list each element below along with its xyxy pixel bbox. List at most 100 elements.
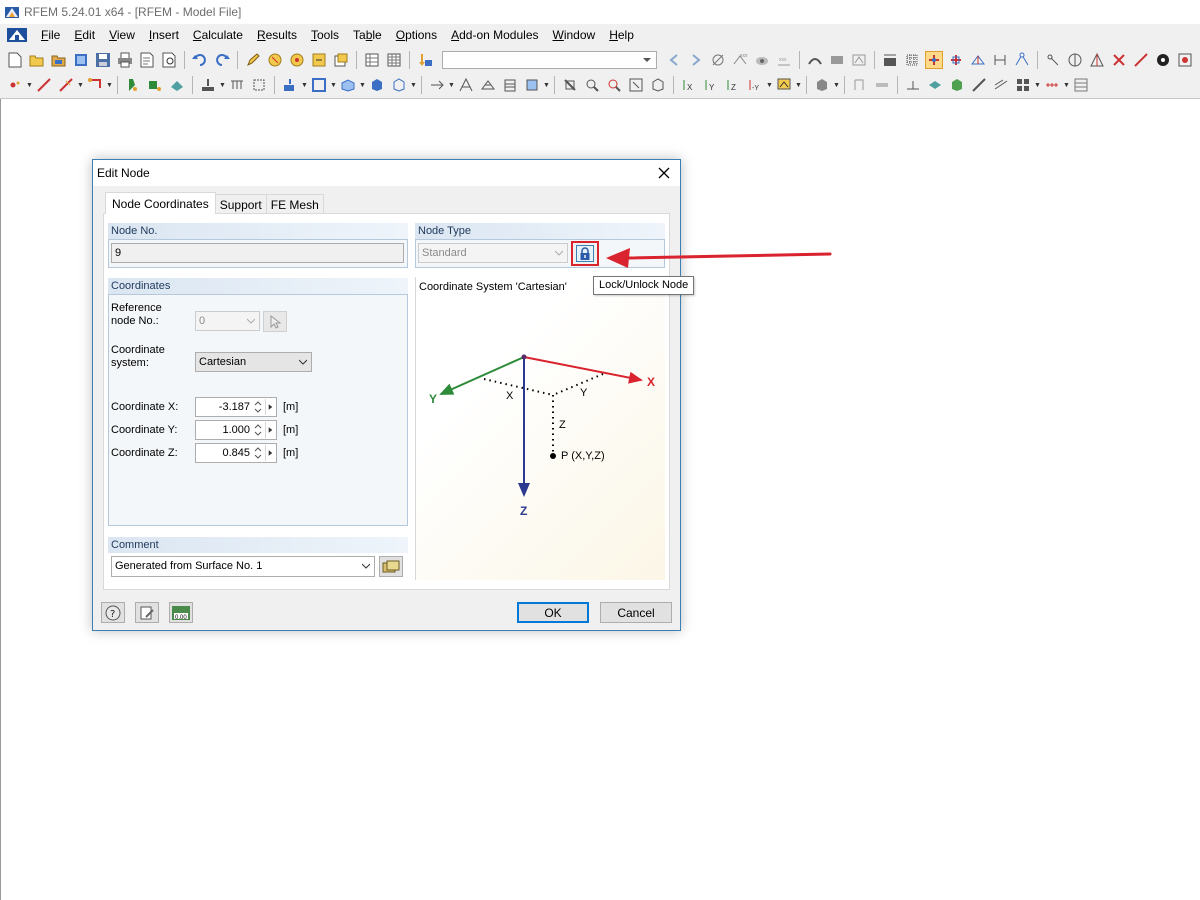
view-all-icon[interactable] (627, 76, 645, 94)
comment-library-button[interactable] (379, 556, 403, 577)
truss-icon[interactable] (479, 76, 497, 94)
coord-y-input[interactable]: 1.000 (195, 420, 277, 440)
table-view-icon[interactable] (1072, 76, 1090, 94)
redo-icon[interactable] (213, 51, 231, 69)
member-load-icon[interactable] (228, 76, 246, 94)
isometric-icon[interactable] (649, 76, 667, 94)
new-node-icon[interactable] (6, 76, 24, 94)
model-manager-icon[interactable] (72, 51, 90, 69)
menu-insert[interactable]: Insert (142, 28, 186, 42)
snap-grid-icon[interactable] (903, 51, 921, 69)
print-icon[interactable] (116, 51, 134, 69)
menu-view[interactable]: View (102, 28, 142, 42)
ok-button[interactable]: OK (517, 602, 589, 623)
menu-edit[interactable]: Edit (67, 28, 102, 42)
menu-add-on-modules[interactable]: Add-on Modules (444, 28, 545, 42)
load-combination-icon[interactable] (281, 76, 299, 94)
mdi-window-icon[interactable] (6, 27, 28, 43)
close-icon[interactable] (656, 165, 672, 181)
zoom-window-icon[interactable] (605, 76, 623, 94)
find-node-icon[interactable] (288, 51, 306, 69)
previous-icon[interactable] (665, 51, 683, 69)
zoom-icon[interactable] (583, 76, 601, 94)
section-view-icon[interactable] (873, 76, 891, 94)
tab-fe-mesh[interactable]: FE Mesh (265, 194, 324, 214)
show-results-icon[interactable] (753, 51, 771, 69)
reference-node-select[interactable]: 0 (195, 311, 260, 331)
view-x-icon[interactable]: X (680, 76, 698, 94)
grid-icon[interactable] (881, 51, 899, 69)
dropdown-arrow-icon[interactable]: ▼ (301, 76, 308, 94)
grid-view-icon[interactable] (1014, 76, 1032, 94)
solid-model-icon[interactable] (926, 76, 944, 94)
object-snap-icon[interactable] (947, 51, 965, 69)
coordinate-info-icon[interactable] (1044, 51, 1062, 69)
tab-node-coordinates[interactable]: Node Coordinates (105, 192, 216, 214)
lock-unlock-node-button[interactable] (571, 241, 599, 266)
wireframe-icon[interactable] (390, 76, 408, 94)
new-member-icon[interactable] (57, 76, 75, 94)
deformation-icon[interactable] (806, 51, 824, 69)
view-z-icon[interactable]: Z (724, 76, 742, 94)
dropdown-arrow-icon[interactable]: ▼ (448, 76, 455, 94)
member-view-icon[interactable] (851, 76, 869, 94)
surface-view-icon[interactable] (904, 76, 922, 94)
menu-window[interactable]: Window (546, 28, 603, 42)
guidelines-icon[interactable] (991, 51, 1009, 69)
measure-icon[interactable] (1066, 51, 1084, 69)
dropdown-arrow-icon[interactable]: ▼ (77, 76, 84, 94)
dropdown-arrow-icon[interactable]: ▼ (1034, 76, 1041, 94)
undo-icon[interactable] (191, 51, 209, 69)
view-y-icon[interactable]: Y (702, 76, 720, 94)
node-type-select[interactable]: Standard (418, 243, 568, 263)
model-3d-icon[interactable] (339, 76, 357, 94)
dropdown-arrow-icon[interactable]: ▼ (330, 76, 337, 94)
printout-report-icon[interactable] (138, 51, 156, 69)
frame-icon[interactable] (310, 76, 328, 94)
section-icon[interactable] (828, 51, 846, 69)
dropdown-arrow-icon[interactable]: ▼ (219, 76, 226, 94)
edit-info-button[interactable] (135, 602, 159, 623)
dropdown-arrow-icon[interactable]: ▼ (359, 76, 366, 94)
render-icon[interactable] (1176, 51, 1194, 69)
dropdown-arrow-icon[interactable]: ▼ (106, 76, 113, 94)
dropdown-arrow-icon[interactable]: ▼ (833, 76, 840, 94)
rib-icon[interactable] (992, 76, 1010, 94)
generate-icon[interactable] (523, 76, 541, 94)
comment-combo[interactable]: Generated from Surface No. 1 (111, 556, 375, 577)
new-solid-icon[interactable] (168, 76, 186, 94)
dropdown-arrow-icon[interactable]: ▼ (410, 76, 417, 94)
menu-calculate[interactable]: Calculate (186, 28, 250, 42)
ruler-icon[interactable] (1043, 76, 1061, 94)
view-minus-y-icon[interactable]: -Y (746, 76, 764, 94)
member-icon[interactable] (970, 76, 988, 94)
display-icon[interactable] (775, 76, 793, 94)
spinner-icon[interactable] (252, 445, 264, 461)
hide-icon[interactable] (561, 76, 579, 94)
table-icon[interactable] (363, 51, 381, 69)
new-opening-icon[interactable] (146, 76, 164, 94)
line-icon[interactable] (1132, 51, 1150, 69)
spinner-icon[interactable] (252, 399, 264, 415)
next-icon[interactable] (687, 51, 705, 69)
workplane-icon[interactable] (969, 51, 987, 69)
node-no-field[interactable]: 9 (111, 243, 404, 263)
transform-icon[interactable] (428, 76, 446, 94)
menu-file[interactable]: File (34, 28, 67, 42)
visibility-icon[interactable] (310, 51, 328, 69)
menu-options[interactable]: Options (389, 28, 444, 42)
select-icon[interactable] (266, 51, 284, 69)
tab-support[interactable]: Support (214, 194, 267, 214)
dropdown-arrow-icon[interactable]: ▼ (26, 76, 33, 94)
help-button[interactable]: ? (101, 602, 125, 623)
coord-x-input[interactable]: -3.187 (195, 397, 277, 417)
open-file-icon[interactable] (28, 51, 46, 69)
dimension-icon[interactable] (1013, 51, 1031, 69)
new-surface-icon[interactable] (124, 76, 142, 94)
save-icon[interactable] (94, 51, 112, 69)
spinner-icon[interactable] (252, 422, 264, 438)
dropdown-arrow-icon[interactable]: ▼ (766, 76, 773, 94)
load-case-icon[interactable] (416, 51, 434, 69)
result-labels-icon[interactable]: xxx (775, 51, 793, 69)
units-decimals-button[interactable]: 0.00 (169, 602, 193, 623)
